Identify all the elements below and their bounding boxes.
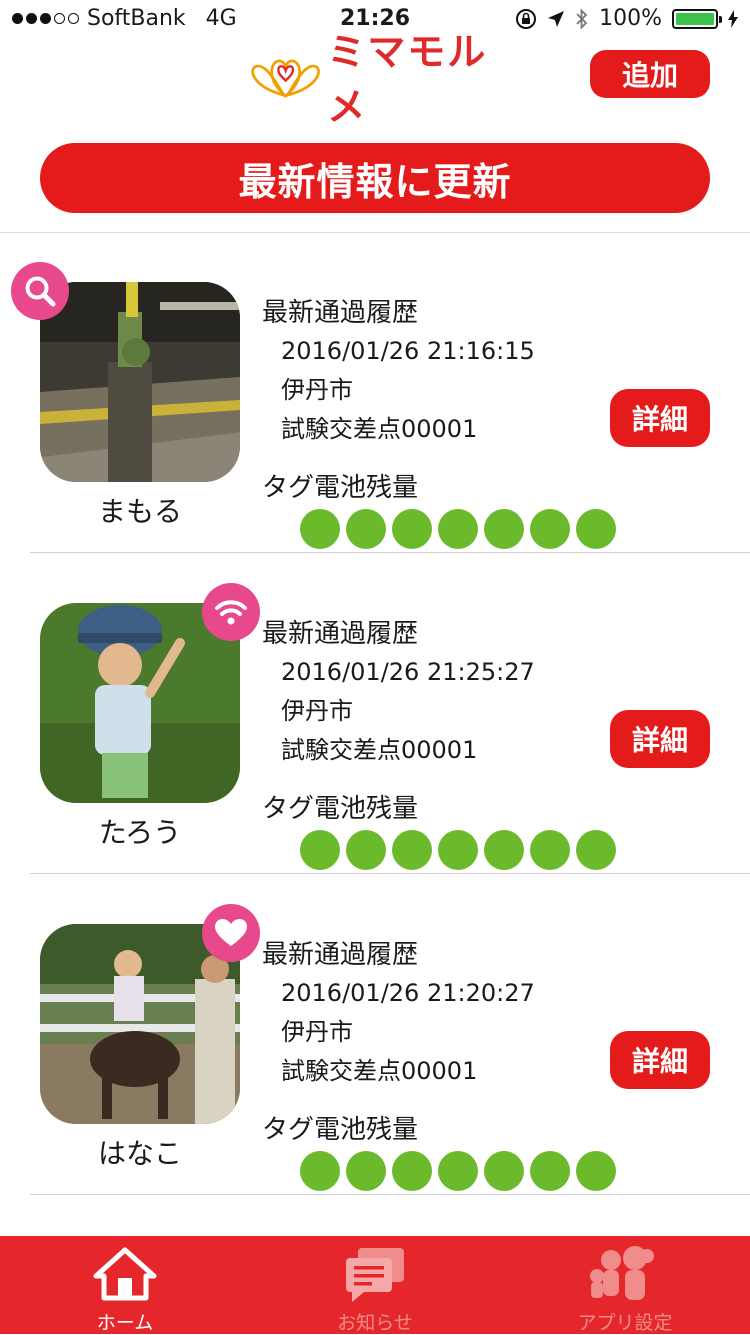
heart-icon [215, 919, 247, 946]
battery-icon [672, 8, 722, 29]
home-icon [93, 1247, 157, 1301]
battery-level-dot [392, 1151, 432, 1191]
pass-city: 伊丹市 [281, 697, 353, 725]
battery-level-dot [300, 509, 340, 549]
battery-level-dot [392, 830, 432, 870]
heart-badge-icon [202, 904, 260, 962]
battery-level-dot [530, 509, 570, 549]
tag-battery-indicator [300, 1151, 616, 1191]
tab-notices-label: お知らせ [337, 1312, 413, 1334]
battery-level-dot [438, 509, 478, 549]
search-icon [25, 276, 56, 307]
tag-battery-indicator [300, 830, 616, 870]
status-right: 100% [515, 6, 738, 31]
flower-logo-icon [251, 59, 320, 98]
charging-icon [728, 9, 738, 28]
battery-level-dot [346, 830, 386, 870]
child-card: たろう 最新通過履歴 2016/01/26 21:25:27 伊丹市 試験交差点… [0, 553, 750, 874]
history-label: 最新通過履歴 [262, 940, 419, 970]
refresh-button[interactable]: 最新情報に更新 [40, 143, 710, 213]
battery-level-dot [576, 509, 616, 549]
family-icon [590, 1246, 654, 1300]
battery-level-dot [438, 830, 478, 870]
battery-level-dot [346, 1151, 386, 1191]
battery-level-dot [576, 830, 616, 870]
chat-icon [346, 1248, 404, 1302]
app-name: ミマモルメ [327, 30, 488, 129]
battery-percent: 100% [599, 6, 662, 31]
orientation-lock-icon [516, 8, 537, 29]
pass-city: 伊丹市 [281, 1018, 353, 1046]
child-name: まもる [97, 495, 182, 528]
battery-level-dot [530, 1151, 570, 1191]
battery-level-dot [484, 830, 524, 870]
tab-app-settings[interactable]: アプリ設定 [500, 1236, 750, 1334]
add-button[interactable]: 追加 [590, 50, 710, 98]
pass-intersection: 試験交差点00001 [281, 1057, 478, 1085]
battery-level-dot [346, 509, 386, 549]
child-name: はなこ [97, 1137, 182, 1170]
wifi-icon [215, 600, 247, 625]
pass-intersection: 試験交差点00001 [281, 736, 478, 764]
tag-battery-label: タグ電池残量 [262, 1115, 419, 1145]
detail-button[interactable]: 詳細 [610, 710, 710, 768]
search-badge-icon [11, 262, 69, 320]
pass-datetime: 2016/01/26 21:25:27 [281, 658, 535, 686]
child-name: たろう [98, 816, 182, 849]
station-photo-image [40, 282, 240, 482]
battery-level-dot [530, 830, 570, 870]
divider [30, 1194, 750, 1195]
tab-app-settings-label: アプリ設定 [577, 1312, 673, 1334]
pass-datetime: 2016/01/26 21:20:27 [281, 979, 535, 1007]
detail-button[interactable]: 詳細 [610, 1031, 710, 1089]
battery-level-dot [576, 1151, 616, 1191]
child-photo[interactable] [40, 282, 240, 482]
wifi-badge-icon [202, 583, 260, 641]
battery-level-dot [438, 1151, 478, 1191]
battery-level-dot [484, 1151, 524, 1191]
tab-notices[interactable]: お知らせ [250, 1236, 500, 1334]
tab-home-label: ホーム [96, 1312, 154, 1334]
pass-datetime: 2016/01/26 21:16:15 [281, 337, 535, 365]
tag-battery-label: タグ電池残量 [262, 473, 419, 503]
tab-home[interactable]: ホーム [0, 1236, 250, 1334]
battery-level-dot [300, 1151, 340, 1191]
pass-city: 伊丹市 [281, 376, 353, 404]
battery-level-dot [484, 509, 524, 549]
child-card: まもる 最新通過履歴 2016/01/26 21:16:15 伊丹市 試験交差点… [0, 232, 750, 553]
location-arrow-icon [548, 10, 565, 27]
history-label: 最新通過履歴 [262, 298, 419, 328]
tag-battery-indicator [300, 509, 616, 549]
child-card: はなこ 最新通過履歴 2016/01/26 21:20:27 伊丹市 試験交差点… [0, 874, 750, 1195]
tab-bar: ホーム お知らせ アプリ設定 [0, 1236, 750, 1334]
battery-level-dot [300, 830, 340, 870]
bluetooth-icon [576, 7, 588, 30]
history-label: 最新通過履歴 [262, 619, 419, 649]
app-logo: ミマモルメ [250, 30, 510, 129]
battery-level-dot [392, 509, 432, 549]
detail-button[interactable]: 詳細 [610, 389, 710, 447]
pass-intersection: 試験交差点00001 [281, 415, 478, 443]
tag-battery-label: タグ電池残量 [262, 794, 419, 824]
